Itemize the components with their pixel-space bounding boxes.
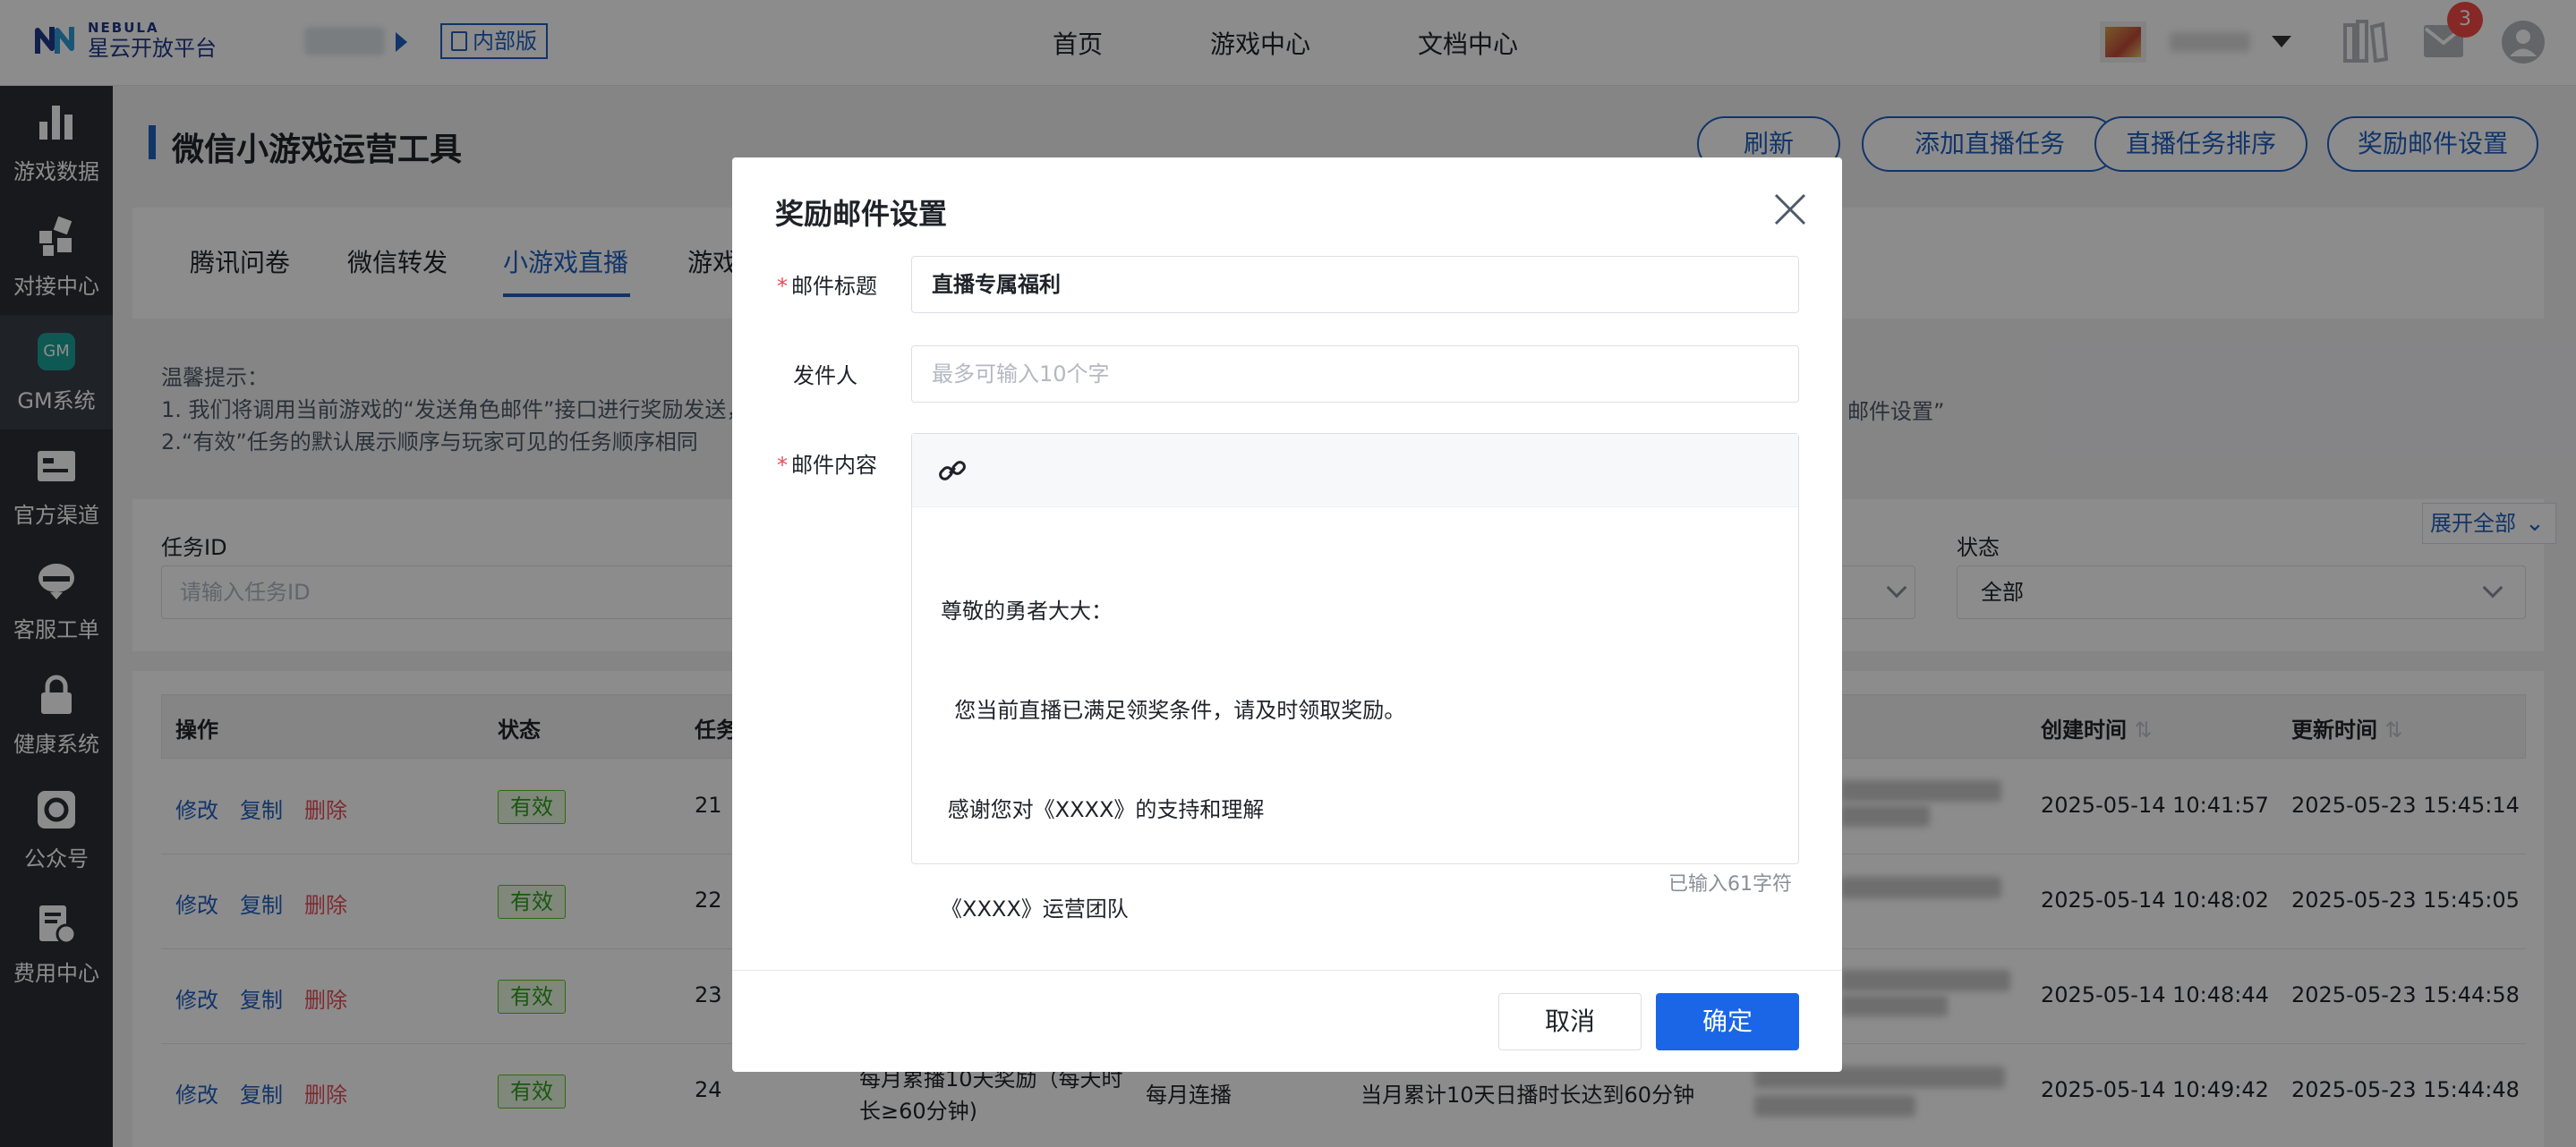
mail-title-label: * 邮件标题 <box>777 268 877 300</box>
mail-title-label-text: 邮件标题 <box>791 274 877 299</box>
mail-content-line: 感谢您对《XXXX》的支持和理解 <box>941 797 1265 822</box>
link-icon[interactable] <box>937 455 968 486</box>
char-count: 已输入61字符 <box>1668 873 1792 896</box>
sender-label: 发件人 <box>793 363 857 388</box>
sender-input[interactable]: 最多可输入10个字 <box>911 345 1799 403</box>
confirm-button[interactable]: 确定 <box>1656 993 1799 1050</box>
mail-content-text[interactable]: 尊敬的勇者大大： 您当前直播已满足领奖条件，请及时领取奖励。 感谢您对《XXXX… <box>941 529 1405 992</box>
close-icon[interactable] <box>1772 191 1808 227</box>
required-mark: * <box>777 274 788 299</box>
mail-content-label-text: 邮件内容 <box>791 453 877 478</box>
dialog-footer-divider <box>732 970 1842 971</box>
mail-content-label: * 邮件内容 <box>777 447 877 479</box>
mail-content-line: 您当前直播已满足领奖条件，请及时领取奖励。 <box>941 698 1406 723</box>
mail-title-input[interactable]: 直播专属福利 <box>911 256 1799 313</box>
reward-mail-settings-dialog: 奖励邮件设置 * 邮件标题 直播专属福利 发件人 最多可输入10个字 * 邮件内容 … <box>732 157 1842 1072</box>
mail-content-editor[interactable]: 尊敬的勇者大大： 您当前直播已满足领奖条件，请及时领取奖励。 感谢您对《XXXX… <box>911 433 1799 922</box>
dialog-title: 奖励邮件设置 <box>775 197 948 231</box>
editor-toolbar <box>912 434 1798 507</box>
required-mark: * <box>777 453 788 478</box>
mail-content-line: 尊敬的勇者大大： <box>941 599 1113 624</box>
cancel-button[interactable]: 取消 <box>1498 993 1642 1050</box>
mail-content-line: 《XXXX》运营团队 <box>941 896 1129 922</box>
